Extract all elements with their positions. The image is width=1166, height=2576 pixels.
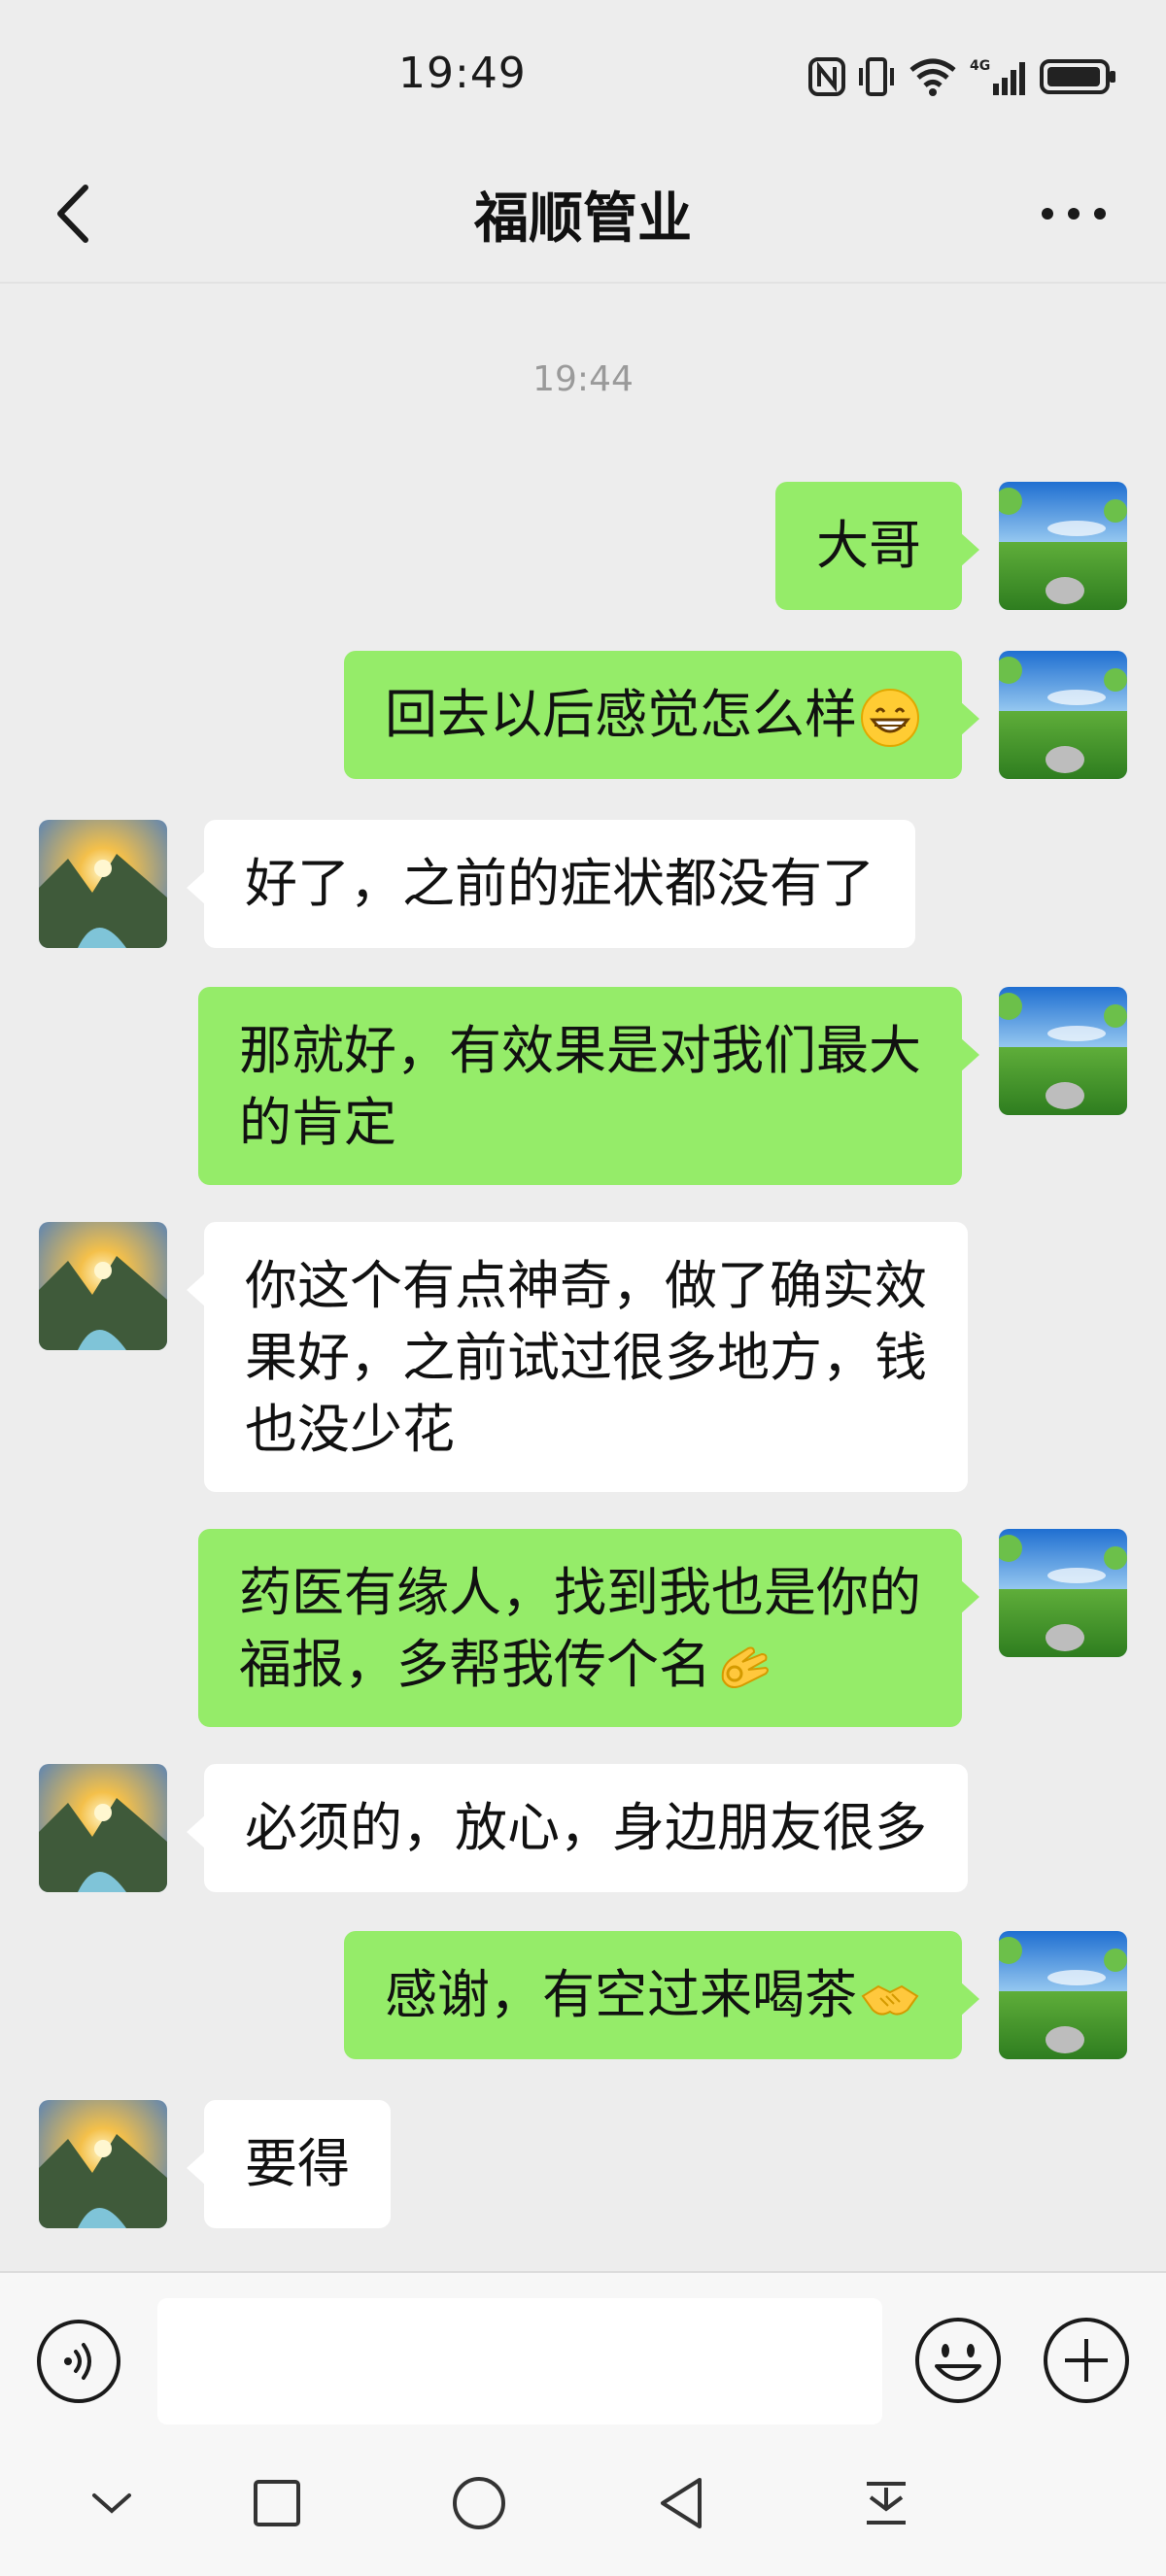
- message-text: 必须的，放心，身边朋友很多: [245, 1797, 927, 1858]
- plus-icon[interactable]: [1042, 2316, 1131, 2405]
- grin-emoji: [861, 689, 919, 748]
- message-text: 好了，之前的症状都没有了: [245, 853, 874, 914]
- self-avatar[interactable]: [999, 482, 1127, 610]
- self-avatar[interactable]: [999, 987, 1127, 1115]
- message-bubble-self[interactable]: 感谢，有空过来喝茶: [344, 1931, 979, 2059]
- status-bar: 19:49 4G: [0, 0, 1166, 146]
- smiley-icon[interactable]: [913, 2316, 1003, 2405]
- message-text: 回去以后感觉怎么样: [385, 684, 857, 745]
- message-text: 福报，多帮我传个名: [239, 1634, 711, 1695]
- signal-4g-icon: 4G: [970, 58, 1025, 95]
- contact-avatar[interactable]: [39, 2100, 167, 2228]
- status-icons: 4G: [808, 53, 1117, 100]
- message-bubble-self[interactable]: 药医有缘人，找到我也是你的 福报，多帮我传个名: [198, 1529, 979, 1727]
- contact-avatar[interactable]: [39, 820, 167, 948]
- wifi-icon: [909, 58, 956, 96]
- chevron-down-icon[interactable]: [83, 2474, 141, 2532]
- handshake-emoji: [861, 1985, 919, 2016]
- message-text: 要得: [245, 2133, 350, 2194]
- self-avatar[interactable]: [999, 1931, 1127, 2059]
- message-input[interactable]: [157, 2298, 882, 2424]
- message-bubble-contact[interactable]: 要得: [187, 2100, 391, 2228]
- system-navigation-bar: [0, 2430, 1166, 2576]
- message-text-line: 你这个有点神奇，做了确实效: [245, 1255, 927, 1316]
- self-avatar[interactable]: [999, 1529, 1127, 1657]
- message-text-line: 那就好，有效果是对我们最大: [239, 1020, 921, 1081]
- contact-avatar[interactable]: [39, 1222, 167, 1350]
- battery-icon: [1040, 59, 1115, 94]
- message-text: 感谢，有空过来喝茶: [385, 1964, 857, 2025]
- input-bar: [0, 2271, 1166, 2432]
- svg-text:4G: 4G: [970, 58, 990, 74]
- message-bubble-self[interactable]: 那就好，有效果是对我们最大 的肯定: [198, 987, 979, 1185]
- back-triangle-icon[interactable]: [653, 2474, 711, 2532]
- notification-pulldown-icon[interactable]: [857, 2474, 915, 2532]
- chat-header: 福顺管业: [0, 146, 1166, 284]
- more-dots-icon[interactable]: [1040, 199, 1108, 228]
- message-text-line: 的肯定: [239, 1092, 396, 1153]
- message-text-line: 福报，多帮我传个名: [239, 1629, 921, 1701]
- home-circle-icon[interactable]: [450, 2474, 508, 2532]
- message-text-line: 也没少花: [245, 1399, 455, 1460]
- vibrate-icon: [859, 57, 894, 96]
- status-time: 19:49: [398, 49, 527, 98]
- message-bubble-contact[interactable]: 必须的，放心，身边朋友很多: [187, 1764, 968, 1892]
- message-bubble-contact[interactable]: 你这个有点神奇，做了确实效 果好，之前试过很多地方，钱 也没少花: [187, 1222, 968, 1492]
- contact-avatar[interactable]: [39, 1764, 167, 1892]
- recents-square-icon[interactable]: [248, 2474, 306, 2532]
- message-bubble-contact[interactable]: 好了，之前的症状都没有了: [187, 820, 915, 948]
- message-bubble-self[interactable]: 大哥: [775, 482, 979, 610]
- ok-hand-emoji: [721, 1646, 769, 1689]
- message-timestamp: 19:44: [532, 359, 634, 399]
- message-bubble-self[interactable]: 回去以后感觉怎么样: [344, 651, 979, 779]
- self-avatar[interactable]: [999, 651, 1127, 779]
- message-text-line: 果好，之前试过很多地方，钱: [245, 1327, 927, 1388]
- message-text-line: 药医有缘人，找到我也是你的: [239, 1562, 921, 1623]
- voice-icon[interactable]: [35, 2318, 122, 2405]
- chat-title: 福顺管业: [474, 187, 692, 251]
- message-text: 大哥: [816, 515, 921, 576]
- nfc-icon: [808, 57, 845, 96]
